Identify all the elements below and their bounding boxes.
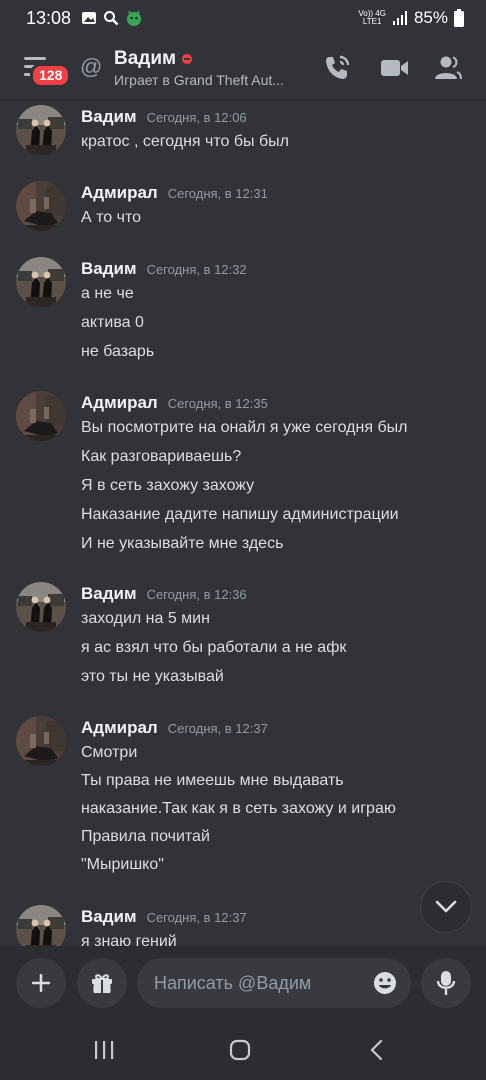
message-header: Адмирал Сегодня, в 12:37 [81, 718, 268, 738]
recents-icon [95, 1041, 114, 1059]
message-list[interactable]: Вадим Сегодня, в 12:06 кратос , сегодня чт… [0, 100, 486, 946]
message-header: Вадим Сегодня, в 12:32 [81, 259, 247, 279]
message-text[interactable]: Вы посмотрите на онайл я уже сегодня был [81, 419, 407, 437]
status-time: 13:08 [26, 7, 72, 28]
message-text[interactable]: это ты не указывай [81, 668, 224, 686]
message-timestamp: Сегодня, в 12:06 [146, 110, 247, 125]
notification-icons [81, 9, 143, 27]
back-button[interactable] [357, 1038, 397, 1062]
composer-bar [0, 946, 486, 1020]
message-text[interactable]: кратос , сегодня что бы был [81, 133, 289, 151]
message-timestamp: Сегодня, в 12:36 [146, 587, 247, 602]
message-text[interactable]: я знаю гений [81, 933, 177, 946]
message-header: Вадим Сегодня, в 12:36 [81, 584, 247, 604]
recents-button[interactable] [84, 1038, 124, 1062]
message-author[interactable]: Адмирал [81, 393, 158, 413]
message-text[interactable]: заходил на 5 мин [81, 610, 210, 628]
message-text[interactable]: не базарь [81, 343, 154, 361]
message-text[interactable]: И не указывайте мне здесь [81, 535, 283, 553]
plus-icon [32, 974, 50, 992]
back-icon [370, 1039, 383, 1061]
message-author[interactable]: Адмирал [81, 183, 158, 203]
avatar[interactable] [16, 181, 66, 231]
dnd-status-icon [182, 54, 193, 64]
microphone-icon [436, 971, 456, 995]
at-icon: @ [80, 54, 103, 79]
message-header: Адмирал Сегодня, в 12:35 [81, 393, 268, 413]
message-text[interactable]: а не че [81, 285, 134, 303]
message-text[interactable]: я ас взял что бы работали а не афк [81, 639, 346, 657]
message-author[interactable]: Вадим [81, 259, 137, 279]
avatar[interactable] [16, 582, 66, 632]
message-text[interactable]: "Мыришко" [81, 856, 164, 874]
unread-badge: 128 [30, 63, 72, 88]
message-timestamp: Сегодня, в 12:37 [146, 910, 247, 925]
avatar[interactable] [16, 391, 66, 441]
emoji-icon[interactable] [373, 971, 397, 995]
app-notification-icon [127, 10, 142, 26]
signal-icon [392, 11, 407, 25]
battery-icon [454, 9, 464, 27]
message-text[interactable]: Смотри [81, 744, 137, 762]
voice-message-button[interactable] [421, 958, 471, 1008]
message-text[interactable]: Я в сеть захожу захожу [81, 477, 254, 495]
add-attachment-button[interactable] [16, 958, 66, 1008]
home-button[interactable] [220, 1038, 260, 1062]
chevron-down-icon [435, 900, 457, 913]
status-bar: 13:08 Vo)) 4G LTE1 85% [0, 0, 486, 36]
message-input[interactable] [137, 958, 357, 1008]
system-nav-bar [0, 1020, 486, 1080]
message-text[interactable]: наказание.Так как я в сеть захожу и игра… [81, 800, 396, 818]
message-header: Вадим Сегодня, в 12:37 [81, 907, 247, 927]
message-author[interactable]: Вадим [81, 584, 137, 604]
message-text[interactable]: Правила почитай [81, 828, 210, 846]
message-text[interactable]: А то что [81, 209, 141, 227]
network-indicator: Vo)) 4G LTE1 [358, 9, 386, 26]
activity-status: Играет в Grand Theft Aut... [114, 72, 284, 88]
gallery-icon [82, 12, 97, 24]
message-author[interactable]: Адмирал [81, 718, 158, 738]
battery-percent: 85% [413, 8, 448, 27]
message-text[interactable]: актива 0 [81, 314, 144, 332]
gift-button[interactable] [77, 958, 127, 1008]
avatar[interactable] [16, 716, 66, 766]
call-icon[interactable] [322, 54, 352, 82]
message-timestamp: Сегодня, в 12:32 [146, 262, 247, 277]
members-icon[interactable] [433, 54, 463, 82]
avatar[interactable] [16, 905, 66, 946]
message-timestamp: Сегодня, в 12:31 [167, 186, 268, 201]
search-icon [104, 11, 119, 26]
dm-title[interactable]: Вадим [114, 48, 193, 70]
video-icon[interactable] [380, 54, 410, 82]
home-icon [229, 1039, 251, 1061]
message-text[interactable]: Как разговариваешь? [81, 448, 241, 466]
chat-header: 128 @ Вадим Играет в Grand Theft Aut... [0, 36, 486, 100]
gift-icon [92, 974, 112, 993]
avatar[interactable] [16, 257, 66, 307]
message-header: Адмирал Сегодня, в 12:31 [81, 183, 268, 203]
message-timestamp: Сегодня, в 12:37 [167, 721, 268, 736]
message-text[interactable]: Наказание дадите напишу администрации [81, 506, 399, 524]
message-input-container[interactable] [137, 958, 411, 1008]
avatar[interactable] [16, 105, 66, 155]
dm-username: Вадим [114, 48, 177, 69]
message-text[interactable]: Ты права не имеешь мне выдавать [81, 772, 344, 790]
message-author[interactable]: Вадим [81, 907, 137, 927]
status-right: Vo)) 4G LTE1 85% [358, 8, 464, 28]
message-timestamp: Сегодня, в 12:35 [167, 396, 268, 411]
scroll-to-bottom-button[interactable] [420, 881, 472, 933]
message-author[interactable]: Вадим [81, 107, 137, 127]
message-header: Вадим Сегодня, в 12:06 [81, 107, 247, 127]
